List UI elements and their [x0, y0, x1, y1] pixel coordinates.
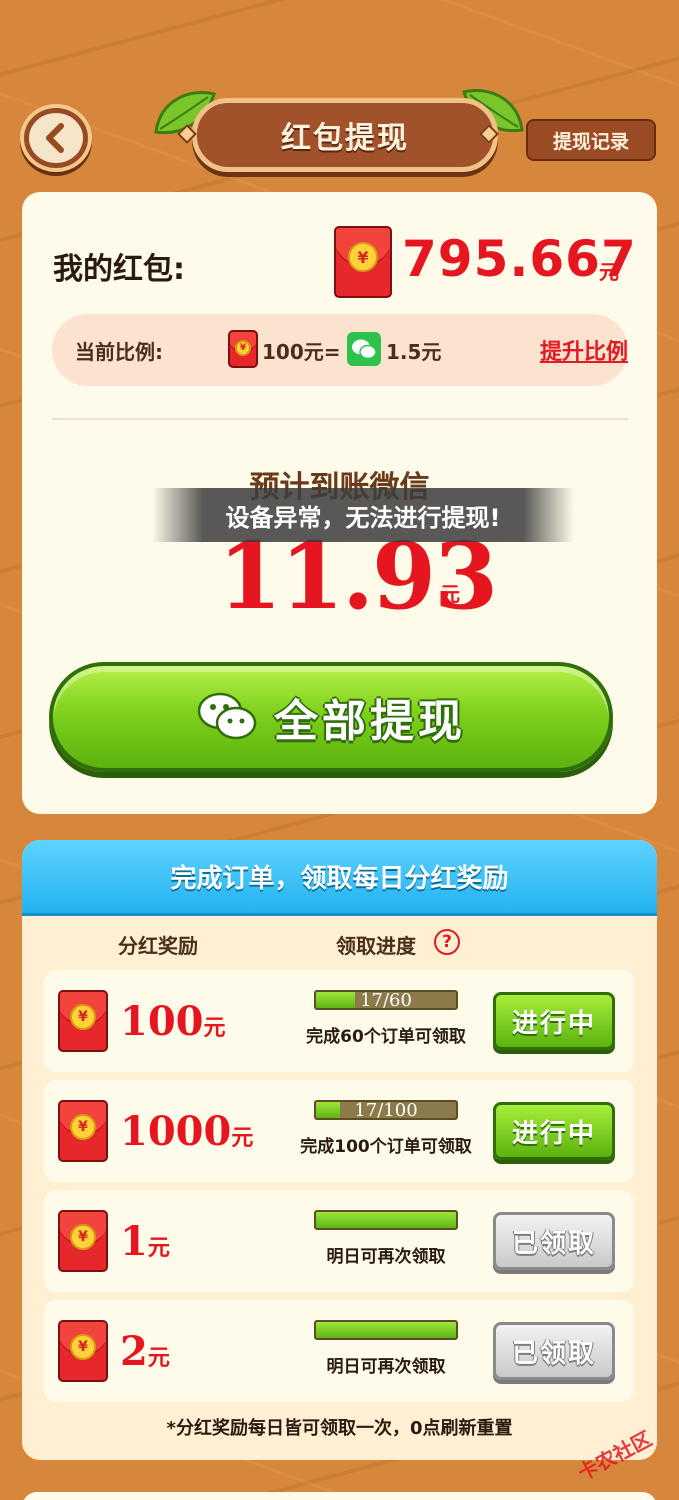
progress-note: 明日可再次领取 [326, 1247, 446, 1267]
wallet-card: 我的红包: ¥ 795.667 元 当前比例: ¥ 100元= 1.5元 提升比… [22, 192, 657, 814]
withdraw-all-button[interactable]: 全部提现 [49, 662, 613, 772]
red-envelope-small-icon: ¥ [228, 330, 258, 368]
in-progress-button[interactable]: 进行中 [493, 1102, 615, 1160]
progress-bar: 17/60 [314, 990, 458, 1010]
red-envelope-icon: ¥ [334, 226, 392, 298]
progress-text [316, 1322, 456, 1338]
reward-amount: 100元 [120, 998, 226, 1045]
claimed-button[interactable]: 已领取 [493, 1212, 615, 1270]
progress-bar: 17/100 [314, 1100, 458, 1120]
reward-amount: 1000元 [120, 1108, 254, 1155]
upgrade-ratio-link[interactable]: 提升比例 [540, 334, 628, 366]
dividend-footnote: *分红奖励每日皆可领取一次，0点刷新重置 [166, 1418, 513, 1439]
expected-unit: 元 [440, 582, 460, 606]
dividend-card: 完成订单，领取每日分红奖励 分红奖励 领取进度 ? ¥100元 17/60 完成60… [22, 840, 657, 1460]
red-envelope-icon: ¥ [58, 1210, 108, 1272]
progress-note: 明日可再次领取 [326, 1357, 446, 1377]
device-error-toast: 设备异常，无法进行提现! [152, 488, 574, 542]
reward-amount: 2元 [120, 1328, 170, 1375]
progress-text [316, 1212, 456, 1228]
withdraw-record-button[interactable]: 提现记录 [526, 119, 656, 161]
wechat-icon [347, 332, 381, 366]
progress-text: 17/100 [354, 1100, 418, 1120]
redpacket-unit: 元 [599, 260, 619, 284]
red-envelope-icon: ¥ [58, 990, 108, 1052]
progress-text: 17/60 [360, 990, 412, 1010]
reward-row: ¥2元明日可再次领取 已领取 [44, 1300, 634, 1402]
progress-note: 完成60个订单可领取 [306, 1027, 466, 1047]
help-icon[interactable]: ? [434, 929, 460, 955]
reward-amount: 1元 [120, 1218, 170, 1265]
reward-row: ¥1000元 17/100 完成100个订单可领取 进行中 [44, 1080, 634, 1182]
claimed-button[interactable]: 已领取 [493, 1322, 615, 1380]
red-envelope-icon: ¥ [58, 1100, 108, 1162]
reward-row: ¥1元明日可再次领取 已领取 [44, 1190, 634, 1292]
withdraw-all-label: 全部提现 [274, 696, 466, 747]
back-button[interactable] [20, 104, 92, 172]
dividend-title: 完成订单，领取每日分红奖励 [22, 840, 657, 916]
divider [52, 418, 628, 420]
wechat-white-icon [197, 692, 257, 740]
page-title-plaque: 红包提现 [192, 98, 498, 172]
progress-bar [314, 1320, 458, 1340]
reward-row: ¥100元 17/60 完成60个订单可领取 进行中 [44, 970, 634, 1072]
progress-bar [314, 1210, 458, 1230]
ratio-from-value: 100元= [262, 340, 341, 364]
column-reward-header: 分红奖励 [118, 934, 198, 958]
my-redpacket-label: 我的红包: [53, 252, 185, 287]
next-card-edge [22, 1492, 657, 1500]
red-envelope-icon: ¥ [58, 1320, 108, 1382]
exchange-ratio-bar: 当前比例: ¥ 100元= 1.5元 提升比例 [52, 314, 628, 386]
page-title: 红包提现 [281, 121, 409, 156]
progress-note: 完成100个订单可领取 [300, 1137, 472, 1157]
ratio-label: 当前比例: [75, 340, 163, 364]
back-arrow-icon [29, 113, 83, 163]
in-progress-button[interactable]: 进行中 [493, 992, 615, 1050]
ratio-to-value: 1.5元 [386, 340, 442, 364]
column-progress-header: 领取进度 [336, 934, 416, 958]
